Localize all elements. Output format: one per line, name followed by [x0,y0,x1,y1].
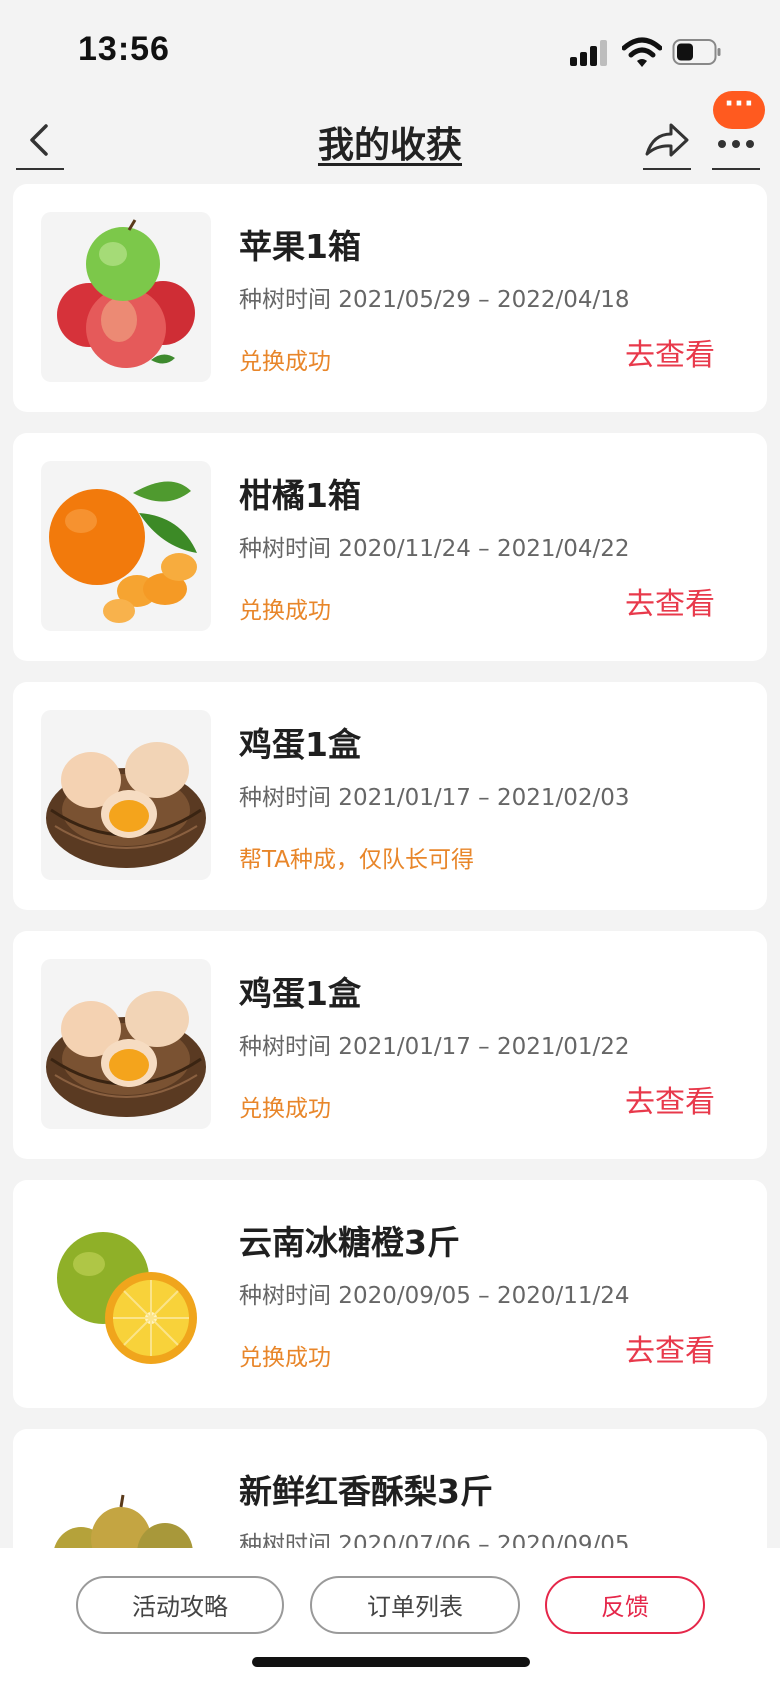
harvest-card-tangerine[interactable]: 柑橘1箱 种树时间 2020/11/24 – 2021/04/22 兑换成功 去… [13,433,767,661]
view-link[interactable]: 去查看 [625,330,715,374]
notification-badge: ··· [713,91,765,129]
harvest-card-orange[interactable]: 云南冰糖橙3斤 种树时间 2020/09/05 – 2020/11/24 兑换成… [13,1180,767,1408]
battery-icon [672,39,721,65]
harvest-card-pear[interactable]: 新鲜红香酥梨3斤 种树时间 2020/07/06 – 2020/09/05 [13,1429,767,1548]
plant-date: 种树时间 2021/01/17 – 2021/01/22 [239,1034,630,1060]
bottom-action-bar: 活动攻略 订单列表 反馈 [0,1548,780,1688]
plant-date: 种树时间 2020/07/06 – 2020/09/05 [239,1532,630,1548]
apple-image [41,212,211,382]
status-bar: 13:56 [0,0,780,100]
feedback-button[interactable]: 反馈 [545,1576,705,1634]
eggs-nest-image [41,959,211,1129]
plant-date: 种树时间 2020/09/05 – 2020/11/24 [239,1283,630,1309]
order-list-button[interactable]: 订单列表 [310,1576,520,1634]
item-title: 新鲜红香酥梨3斤 [239,1472,493,1511]
navigation-bar: 我的收获 [0,100,780,180]
item-title: 云南冰糖橙3斤 [239,1223,460,1262]
plant-date: 种树时间 2021/01/17 – 2021/02/03 [239,785,630,811]
redeem-status: 兑换成功 [239,1345,331,1371]
view-link[interactable]: 去查看 [625,579,715,623]
plant-date: 种树时间 2020/11/24 – 2021/04/22 [239,536,630,562]
harvest-list[interactable]: 苹果1箱 种树时间 2021/05/29 – 2022/04/18 兑换成功 去… [13,184,767,1548]
item-title: 鸡蛋1盒 [239,725,361,764]
redeem-status: 兑换成功 [239,1096,331,1122]
orange-image [41,1208,211,1378]
activity-guide-button[interactable]: 活动攻略 [76,1576,284,1634]
redeem-status: 兑换成功 [239,598,331,624]
view-link[interactable]: 去查看 [625,1326,715,1370]
item-title: 柑橘1箱 [239,476,361,515]
home-indicator[interactable] [252,1657,530,1667]
share-icon [645,123,689,157]
redeem-status: 兑换成功 [239,349,331,375]
eggs-nest-image [41,710,211,880]
tangerine-image [41,461,211,631]
team-status: 帮TA种成，仅队长可得 [239,847,474,873]
share-button[interactable] [643,114,691,170]
item-title: 苹果1箱 [239,227,361,266]
wifi-icon [622,37,662,67]
plant-date: 种树时间 2021/05/29 – 2022/04/18 [239,287,630,313]
status-time: 13:56 [78,30,170,68]
cellular-signal-icon [570,40,610,66]
harvest-card-eggs[interactable]: 鸡蛋1盒 种树时间 2021/01/17 – 2021/02/03 帮TA种成，… [13,682,767,910]
harvest-card-eggs[interactable]: 鸡蛋1盒 种树时间 2021/01/17 – 2021/01/22 兑换成功 去… [13,931,767,1159]
item-title: 鸡蛋1盒 [239,974,361,1013]
view-link[interactable]: 去查看 [625,1077,715,1121]
harvest-card-apple[interactable]: 苹果1箱 种树时间 2021/05/29 – 2022/04/18 兑换成功 去… [13,184,767,412]
pear-image [41,1457,211,1548]
